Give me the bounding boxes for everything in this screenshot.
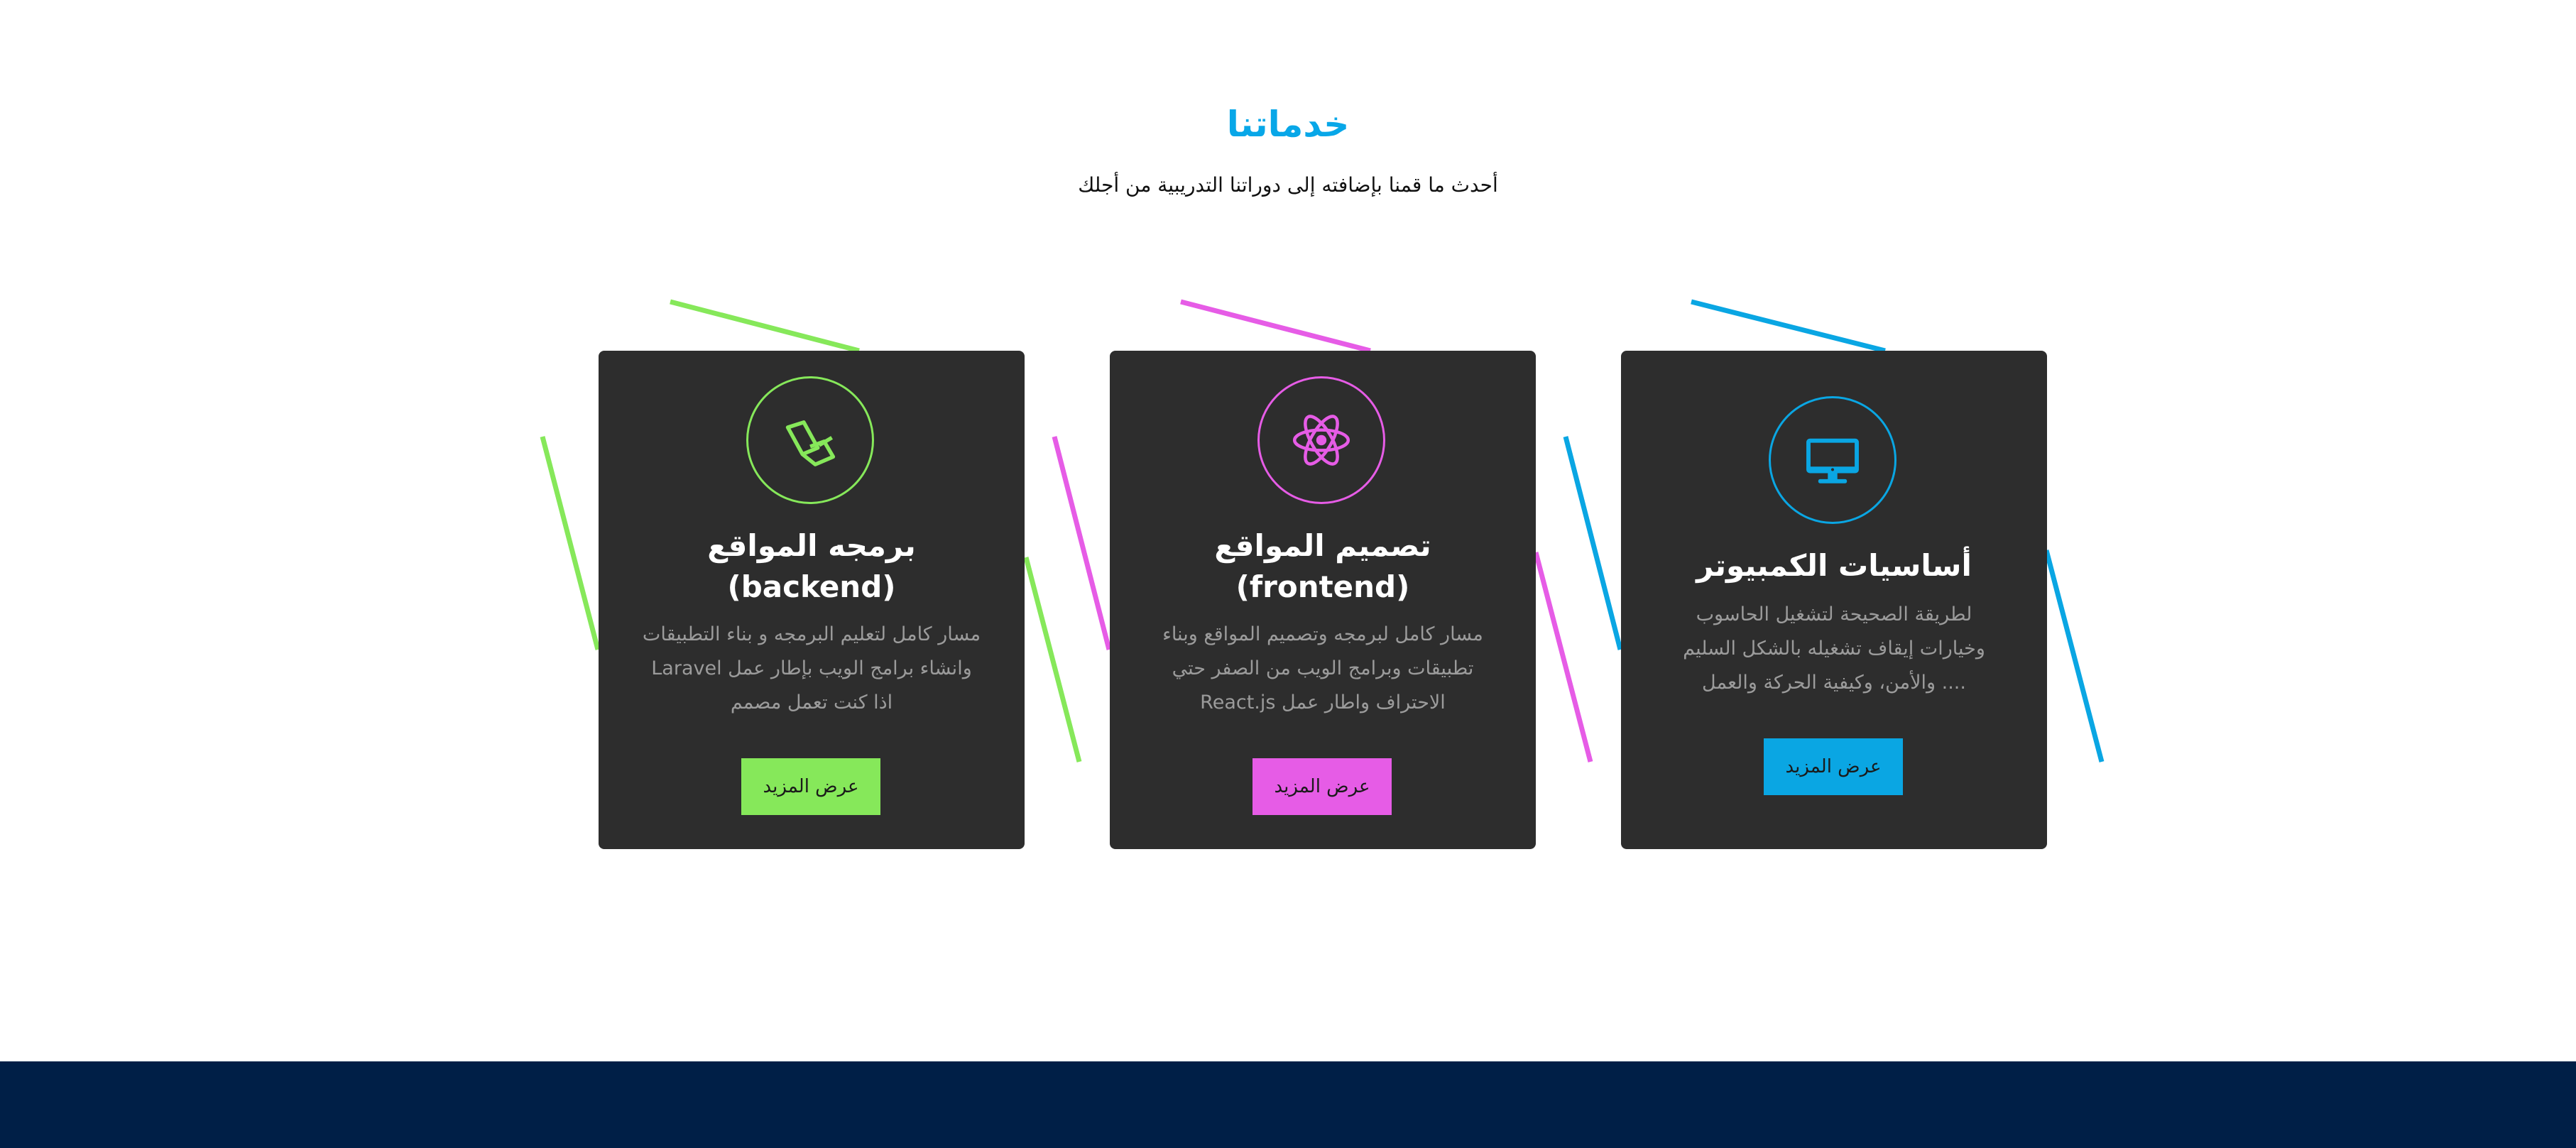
service-card-frontend: تصميم المواقع (frontend) مسار كامل لبرمج…	[1110, 351, 1536, 849]
computer-basics-icon-circle	[1769, 396, 1896, 524]
card-desc-backend-line2: Laravel وانشاء برامج الويب بإطار عمل	[651, 657, 972, 679]
card-desc-frontend: مسار كامل لبرمجه وتصميم المواقع وبناء تط…	[1152, 618, 1493, 720]
card-title-frontend: تصميم المواقع (frontend)	[1138, 525, 1507, 608]
show-more-button-backend[interactable]: عرض المزيد	[741, 758, 880, 815]
services-page: خدماتنا أحدث ما قمنا بإضافته إلى دوراتنا…	[0, 0, 2576, 1148]
blue-left-line	[1563, 436, 1623, 650]
laravel-icon	[785, 420, 836, 466]
backend-icon-circle	[746, 376, 874, 504]
pink-left-line	[1052, 436, 1112, 650]
service-card-backend: برمجه المواقع (backend) مسار كامل لتعليم…	[599, 351, 1025, 849]
card-desc-backend: مسار كامل لتعليم البرمجه و بناء التطبيقا…	[641, 618, 982, 720]
service-card-computer-basics: أساسيات الكمبيوتر لطريقة الصحيحة لتشغيل …	[1621, 351, 2047, 849]
card-desc-computer-basics-line1: لطريقة الصحيحة لتشغيل الحاسوب	[1696, 603, 1972, 625]
card-desc-backend-line1: مسار كامل لتعليم البرمجه و بناء التطبيقا…	[642, 623, 981, 645]
card-title-backend-line2: (backend)	[727, 569, 896, 604]
blue-right-line	[2043, 550, 2105, 762]
card-title-frontend-line1: تصميم المواقع	[1214, 528, 1431, 563]
card-title-frontend-line2: (frontend)	[1235, 569, 1410, 604]
card-desc-frontend-line2: تطبيقات وبرامج الويب من الصفر حتي	[1172, 657, 1474, 679]
card-desc-computer-basics: لطريقة الصحيحة لتشغيل الحاسوب وخيارات إي…	[1664, 598, 2004, 700]
pink-top-line	[1180, 299, 1371, 354]
card-title-backend: برمجه المواقع (backend)	[627, 525, 996, 608]
card-title-computer-basics-line1: أساسيات الكمبيوتر	[1696, 548, 1972, 583]
card-desc-computer-basics-line2: وخيارات إيقاف تشغيله بالشكل السليم	[1683, 638, 1985, 660]
card-desc-frontend-line1: مسار كامل لبرمجه وتصميم المواقع وبناء	[1162, 623, 1483, 645]
card-desc-backend-line3: اذا كنت تعمل مصمم	[730, 691, 893, 714]
card-desc-computer-basics-line3: والأمن، وكيفية الحركة والعمل ....	[1702, 672, 1966, 694]
desktop-monitor-icon	[1806, 438, 1859, 483]
show-more-button-frontend[interactable]: عرض المزيد	[1252, 758, 1392, 815]
footer-bar	[0, 1061, 2576, 1148]
card-desc-frontend-line3: React.js الاحتراف واطار عمل	[1200, 691, 1446, 714]
react-icon	[1292, 415, 1350, 466]
green-top-line	[670, 299, 860, 354]
card-title-backend-line1: برمجه المواقع	[707, 528, 916, 563]
blue-top-line	[1691, 299, 1886, 354]
green-right-line	[1023, 557, 1082, 762]
green-left-line	[540, 436, 601, 650]
show-more-button-computer-basics[interactable]: عرض المزيد	[1764, 738, 1903, 795]
pink-right-line	[1533, 552, 1593, 762]
card-title-computer-basics: أساسيات الكمبيوتر	[1649, 545, 2019, 586]
frontend-icon-circle	[1257, 376, 1385, 504]
